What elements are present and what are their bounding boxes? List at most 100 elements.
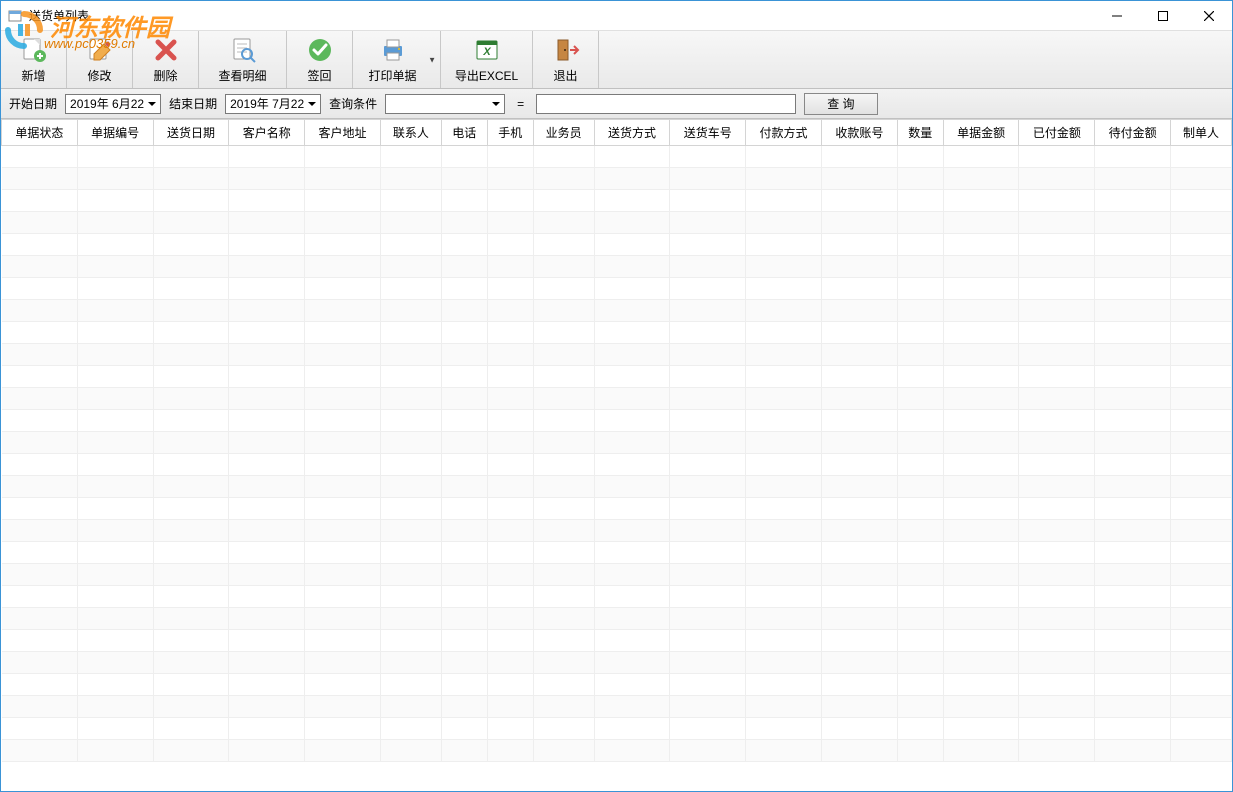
minimize-button[interactable] — [1094, 1, 1140, 31]
signback-button[interactable]: 签回 — [287, 31, 353, 88]
column-header[interactable]: 客户地址 — [305, 120, 381, 146]
condition-select[interactable] — [385, 94, 505, 114]
end-date-picker[interactable]: 2019年 7月22 — [225, 94, 321, 114]
table-cell — [1171, 718, 1232, 740]
table-row[interactable] — [2, 432, 1232, 454]
table-cell — [487, 630, 533, 652]
table-row[interactable] — [2, 696, 1232, 718]
table-cell — [77, 410, 153, 432]
table-row[interactable] — [2, 234, 1232, 256]
table-cell — [533, 652, 594, 674]
column-header[interactable]: 送货日期 — [153, 120, 229, 146]
table-cell — [1095, 652, 1171, 674]
table-cell — [746, 718, 822, 740]
column-header[interactable]: 手机 — [487, 120, 533, 146]
table-row[interactable] — [2, 476, 1232, 498]
table-cell — [380, 542, 441, 564]
table-cell — [897, 476, 943, 498]
table-row[interactable] — [2, 498, 1232, 520]
table-row[interactable] — [2, 344, 1232, 366]
table-cell — [746, 454, 822, 476]
table-row[interactable] — [2, 366, 1232, 388]
column-header[interactable]: 单据状态 — [2, 120, 78, 146]
table-cell — [594, 740, 670, 762]
delete-button[interactable]: 删除 — [133, 31, 199, 88]
maximize-button[interactable] — [1140, 1, 1186, 31]
column-header[interactable]: 客户名称 — [229, 120, 305, 146]
table-row[interactable] — [2, 168, 1232, 190]
table-row[interactable] — [2, 256, 1232, 278]
column-header[interactable]: 电话 — [441, 120, 487, 146]
table-area[interactable]: 单据状态单据编号送货日期客户名称客户地址联系人电话手机业务员送货方式送货车号付款… — [1, 119, 1232, 791]
column-header[interactable]: 联系人 — [380, 120, 441, 146]
table-row[interactable] — [2, 564, 1232, 586]
table-cell — [1095, 278, 1171, 300]
table-cell — [487, 212, 533, 234]
column-header[interactable]: 送货方式 — [594, 120, 670, 146]
exit-button[interactable]: 退出 — [533, 31, 599, 88]
table-cell — [1095, 234, 1171, 256]
table-row[interactable] — [2, 212, 1232, 234]
table-cell — [153, 586, 229, 608]
table-row[interactable] — [2, 146, 1232, 168]
table-row[interactable] — [2, 520, 1232, 542]
column-header[interactable]: 收款账号 — [821, 120, 897, 146]
column-header[interactable]: 业务员 — [533, 120, 594, 146]
table-row[interactable] — [2, 608, 1232, 630]
edit-button[interactable]: 修改 — [67, 31, 133, 88]
table-row[interactable] — [2, 718, 1232, 740]
close-button[interactable] — [1186, 1, 1232, 31]
table-row[interactable] — [2, 740, 1232, 762]
query-button[interactable]: 查 询 — [804, 93, 877, 115]
table-cell — [487, 542, 533, 564]
column-header[interactable]: 付款方式 — [746, 120, 822, 146]
column-header[interactable]: 已付金额 — [1019, 120, 1095, 146]
column-header[interactable]: 待付金额 — [1095, 120, 1171, 146]
table-cell — [380, 322, 441, 344]
table-cell — [670, 586, 746, 608]
table-cell — [1095, 300, 1171, 322]
table-row[interactable] — [2, 652, 1232, 674]
table-cell — [746, 146, 822, 168]
delete-label: 删除 — [153, 67, 177, 84]
table-cell — [821, 322, 897, 344]
table-row[interactable] — [2, 542, 1232, 564]
table-cell — [77, 432, 153, 454]
table-row[interactable] — [2, 674, 1232, 696]
table-row[interactable] — [2, 322, 1232, 344]
table-row[interactable] — [2, 454, 1232, 476]
column-header[interactable]: 数量 — [897, 120, 943, 146]
table-row[interactable] — [2, 586, 1232, 608]
table-cell — [594, 344, 670, 366]
table-row[interactable] — [2, 278, 1232, 300]
column-header[interactable]: 制单人 — [1171, 120, 1232, 146]
table-row[interactable] — [2, 300, 1232, 322]
table-cell — [229, 630, 305, 652]
table-cell — [153, 234, 229, 256]
table-cell — [229, 146, 305, 168]
column-header[interactable]: 送货车号 — [670, 120, 746, 146]
table-cell — [229, 454, 305, 476]
table-row[interactable] — [2, 630, 1232, 652]
table-cell — [77, 542, 153, 564]
print-label: 打印单据 — [368, 67, 416, 84]
table-cell — [1171, 234, 1232, 256]
query-input[interactable] — [536, 94, 796, 114]
table-cell — [1019, 718, 1095, 740]
table-cell — [77, 234, 153, 256]
print-button[interactable]: 打印单据 ▼ — [353, 31, 441, 88]
column-header[interactable]: 单据编号 — [77, 120, 153, 146]
table-row[interactable] — [2, 190, 1232, 212]
table-cell — [821, 564, 897, 586]
detail-button[interactable]: 查看明细 — [199, 31, 287, 88]
table-row[interactable] — [2, 410, 1232, 432]
table-cell — [594, 652, 670, 674]
column-header[interactable]: 单据金额 — [943, 120, 1019, 146]
new-button[interactable]: 新增 — [1, 31, 67, 88]
start-date-picker[interactable]: 2019年 6月22 — [65, 94, 161, 114]
table-cell — [1171, 212, 1232, 234]
table-row[interactable] — [2, 388, 1232, 410]
table-cell — [153, 300, 229, 322]
table-cell — [2, 300, 78, 322]
export-button[interactable]: X 导出EXCEL — [441, 31, 533, 88]
